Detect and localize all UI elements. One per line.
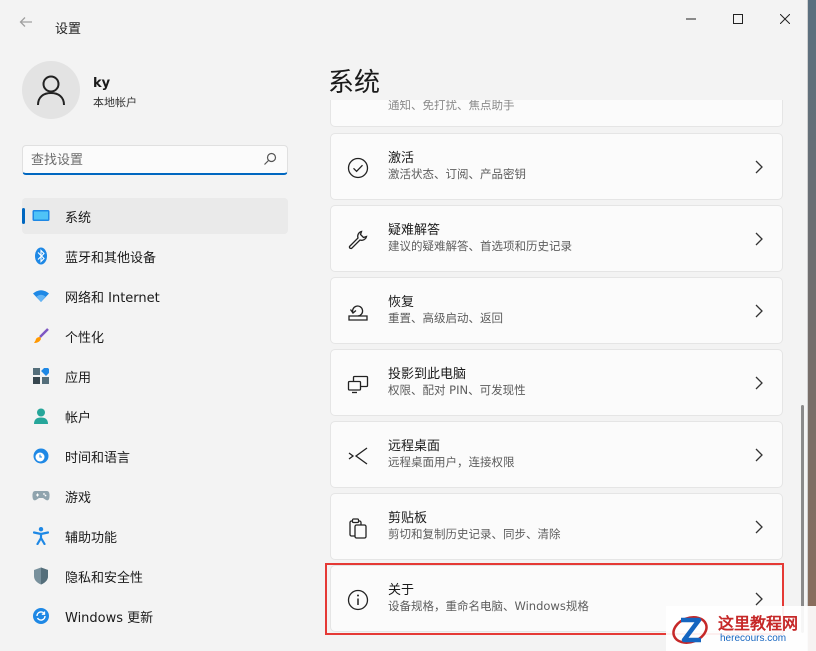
close-button[interactable] [762,8,808,32]
card-title: 投影到此电脑 [388,367,467,382]
chevron-right-icon [755,520,763,534]
sidebar-item-label: 应用 [65,370,92,386]
watermark-url: herecours.com [720,633,787,644]
card-title: 远程桌面 [388,439,441,454]
scrollbar[interactable] [801,405,804,633]
card-title: 恢复 [388,295,415,310]
sidebar-item-privacy[interactable]: 隐私和安全性 [22,558,288,594]
remote-desktop-icon [348,447,368,465]
sidebar-item-label: 时间和语言 [65,450,131,466]
minimize-icon [686,18,696,20]
settings-card-recovery[interactable]: 恢复 重置、高级启动、返回 [330,277,783,344]
account-type: 本地帐户 [93,96,137,109]
accessibility-icon [32,527,50,545]
wifi-icon [32,287,50,305]
bluetooth-icon [32,247,50,265]
card-subtitle: 建议的疑难解答、首选项和历史记录 [388,239,572,253]
brush-icon [32,327,50,345]
desktop-background [808,0,816,651]
page-title: 系统 [328,68,381,98]
info-icon [347,589,369,611]
clock-globe-icon [32,447,50,465]
search-icon[interactable] [263,152,277,166]
arrow-left-icon [19,17,32,27]
clipboard-icon [349,518,367,539]
recovery-icon [348,305,368,321]
project-icon [347,375,369,394]
card-title: 剪贴板 [388,511,428,526]
sidebar-item-label: 隐私和安全性 [65,570,144,586]
card-subtitle: 激活状态、订阅、产品密钥 [388,167,526,181]
settings-list: 通知、免打扰、焦点助手 激活 激活状态、订阅、产品密钥 疑难解答 建议的疑难解答… [330,100,784,651]
sidebar-item-time-language[interactable]: 时间和语言 [22,438,288,474]
card-subtitle: 权限、配对 PIN、可发现性 [388,383,526,397]
card-title: 关于 [388,583,415,598]
settings-window: 设置 ky 本地帐户 系统 [0,0,808,651]
search-input[interactable] [31,150,251,170]
maximize-icon [733,14,743,24]
sidebar-item-label: 个性化 [65,330,105,346]
chevron-right-icon [755,160,763,174]
sidebar-item-accessibility[interactable]: 辅助功能 [22,518,288,554]
sidebar-item-label: 辅助功能 [65,530,118,546]
title-bar: 设置 [0,0,808,40]
update-icon [32,607,50,625]
watermark: 这里教程网 herecours.com [666,606,816,651]
card-subtitle: 重置、高级启动、返回 [388,311,503,325]
settings-card-partial[interactable]: 通知、免打扰、焦点助手 [330,100,783,127]
sidebar-item-system[interactable]: 系统 [22,198,288,234]
sidebar-item-accounts[interactable]: 帐户 [22,398,288,434]
settings-card-clipboard[interactable]: 剪贴板 剪切和复制历史记录、同步、清除 [330,493,783,560]
card-subtitle: 通知、免打扰、焦点助手 [388,100,515,112]
app-title: 设置 [55,22,82,37]
sidebar-item-network[interactable]: 网络和 Internet [22,278,288,314]
user-name: ky [93,76,111,91]
minimize-button[interactable] [668,8,714,32]
chevron-right-icon [755,232,763,246]
card-subtitle: 剪切和复制历史记录、同步、清除 [388,527,561,541]
maximize-button[interactable] [715,8,761,32]
chevron-right-icon [755,448,763,462]
watermark-text: 这里教程网 [718,614,799,633]
chevron-right-icon [755,376,763,390]
sidebar-item-label: Windows 更新 [65,610,154,626]
sidebar-item-label: 蓝牙和其他设备 [65,250,157,266]
card-title: 激活 [388,151,415,166]
sidebar-item-bluetooth[interactable]: 蓝牙和其他设备 [22,238,288,274]
apps-icon [32,367,50,385]
check-circle-icon [347,157,369,179]
settings-card-remote-desktop[interactable]: 远程桌面 远程桌面用户，连接权限 [330,421,783,488]
sidebar-item-label: 游戏 [65,490,92,506]
sidebar-item-label: 帐户 [65,410,92,426]
gamepad-icon [32,487,50,505]
settings-card-project[interactable]: 投影到此电脑 权限、配对 PIN、可发现性 [330,349,783,416]
settings-card-activation[interactable]: 激活 激活状态、订阅、产品密钥 [330,133,783,200]
card-title: 疑难解答 [388,223,441,238]
sidebar-item-label: 系统 [65,210,92,226]
wrench-icon [348,230,368,250]
chevron-right-icon [755,592,763,606]
sidebar-item-windows-update[interactable]: Windows 更新 [22,598,288,634]
account-icon [32,407,50,425]
chevron-right-icon [755,304,763,318]
search-box[interactable] [22,145,288,175]
card-subtitle: 远程桌面用户，连接权限 [388,455,515,469]
sidebar-item-gaming[interactable]: 游戏 [22,478,288,514]
avatar[interactable] [22,61,80,119]
watermark-logo-icon [672,616,708,644]
settings-card-troubleshoot[interactable]: 疑难解答 建议的疑难解答、首选项和历史记录 [330,205,783,272]
sidebar-item-apps[interactable]: 应用 [22,358,288,394]
system-icon [32,207,50,225]
user-icon [37,75,65,106]
sidebar-item-label: 网络和 Internet [65,290,160,306]
shield-icon [32,567,50,585]
card-subtitle: 设备规格，重命名电脑、Windows规格 [388,599,589,613]
sidebar-nav: 系统 蓝牙和其他设备 网络和 Internet 个性化 应用 帐户 时间和语言 … [22,198,288,638]
sidebar-item-personalization[interactable]: 个性化 [22,318,288,354]
close-icon [779,13,791,25]
back-button[interactable] [16,14,36,34]
